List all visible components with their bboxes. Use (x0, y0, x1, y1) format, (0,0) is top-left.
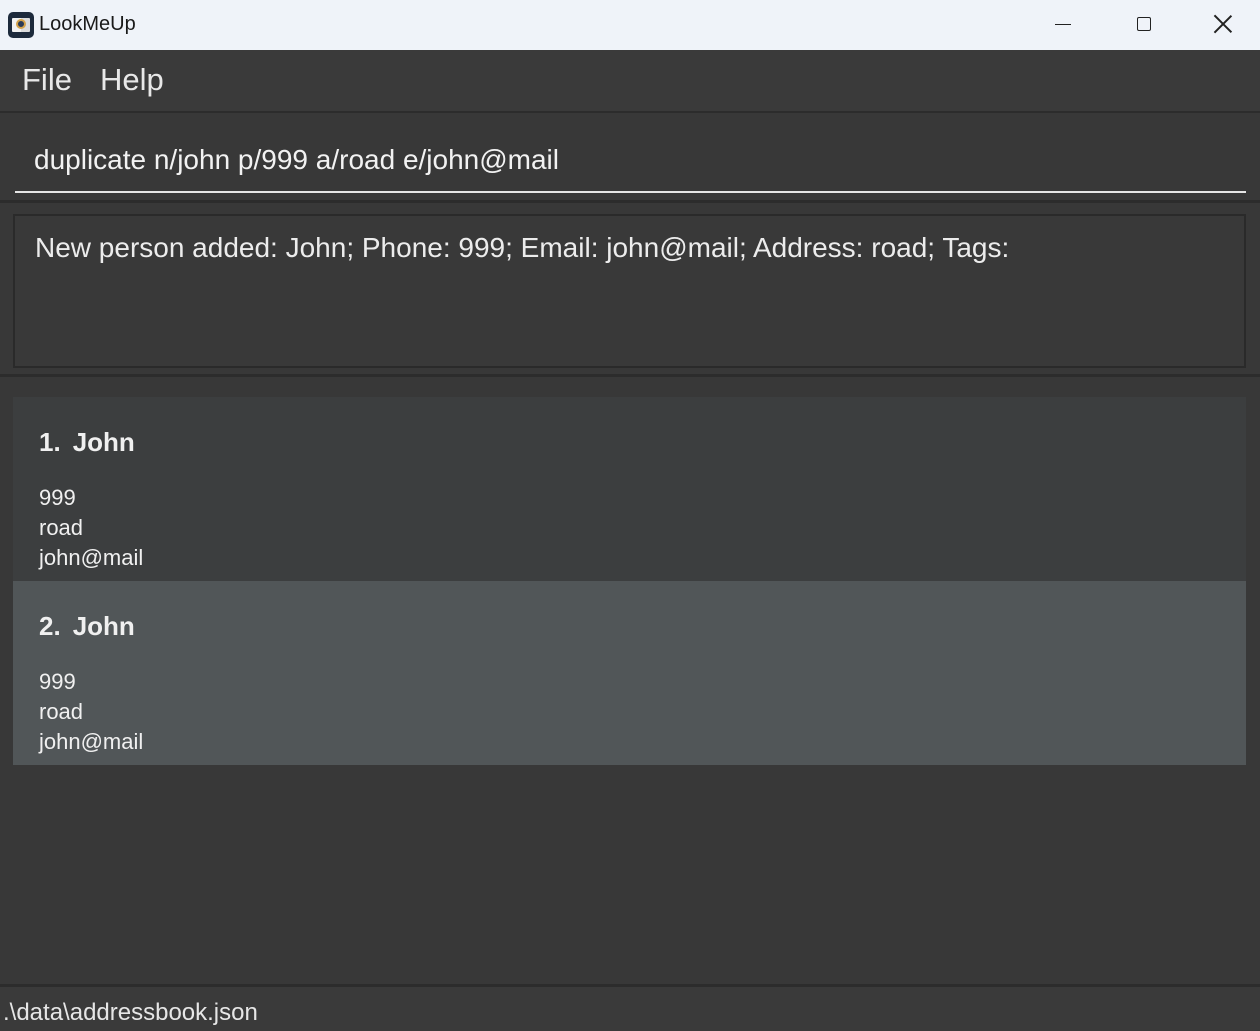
person-name-text: John (72, 427, 135, 457)
title-bar[interactable]: LookMeUp (0, 0, 1260, 50)
minimize-button[interactable] (1023, 0, 1103, 50)
close-button[interactable] (1183, 0, 1260, 50)
maximize-icon (1137, 17, 1151, 31)
result-display-container: New person added: John; Phone: 999; Emai… (0, 205, 1260, 377)
save-file-path: .\data\addressbook.json (3, 999, 258, 1026)
result-message: New person added: John; Phone: 999; Emai… (35, 232, 1010, 263)
window-title: LookMeUp (39, 13, 136, 35)
person-index: 2. (39, 611, 61, 641)
app-icon (8, 12, 34, 38)
menu-file[interactable]: File (22, 62, 72, 98)
status-bar: .\data\addressbook.json (0, 984, 1260, 1031)
command-input[interactable] (15, 129, 1246, 193)
app-window: LookMeUp File Help New person added: Joh… (0, 0, 1260, 1031)
menu-bar: File Help (0, 50, 1260, 113)
person-name: 1. John (39, 427, 135, 458)
person-list[interactable]: 1. John 999 road john@mail 2. John 999 roa… (0, 380, 1260, 984)
person-name: 2. John (39, 611, 135, 642)
command-box-container (0, 115, 1260, 203)
person-email: john@mail (39, 729, 144, 754)
result-display[interactable]: New person added: John; Phone: 999; Emai… (13, 214, 1246, 368)
person-phone: 999 (39, 669, 76, 694)
person-phone: 999 (39, 485, 76, 510)
person-address: road (39, 699, 84, 724)
person-name-text: John (72, 611, 135, 641)
menu-help[interactable]: Help (100, 62, 164, 98)
person-index: 1. (39, 427, 61, 457)
close-icon (1214, 15, 1232, 33)
person-address: road (39, 515, 84, 540)
person-card[interactable]: 1. John 999 road john@mail (13, 397, 1246, 581)
person-email: john@mail (39, 545, 144, 570)
person-card-selected[interactable]: 2. John 999 road john@mail (13, 581, 1246, 765)
minimize-icon (1055, 24, 1071, 25)
maximize-button[interactable] (1103, 0, 1183, 50)
